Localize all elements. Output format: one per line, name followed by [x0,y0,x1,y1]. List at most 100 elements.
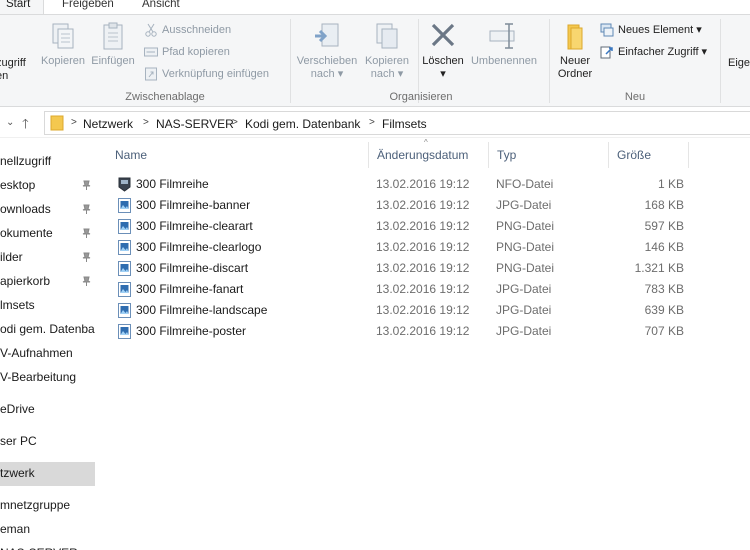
column-header-date[interactable]: Änderungsdatum [364,140,488,170]
file-type: JPG-Datei [496,198,552,212]
rename-button[interactable]: Umbenennen [468,21,540,68]
nav-item-desktop[interactable]: esktop [0,174,95,198]
breadcrumb-separator: > [143,117,149,128]
nav-item-tv-recordings[interactable]: V-Aufnahmen [0,342,95,366]
ribbon-separator [290,19,291,103]
clipboard-icon [103,22,123,50]
file-size: 1.321 KB [634,261,684,275]
nav-item-pictures[interactable]: ilder [0,246,95,270]
nav-item-recycle-bin[interactable]: apierkorb [0,270,95,294]
paste-shortcut-button[interactable]: Verknüpfung einfügen [144,65,269,83]
nav-item-homegroup[interactable]: mnetzgruppe [0,494,95,518]
nav-item-onedrive[interactable]: eDrive [0,398,95,422]
image-file-icon [118,219,131,234]
file-date: 13.02.2016 19:12 [376,282,470,296]
move-to-icon [315,23,339,47]
scissors-icon [145,23,157,37]
nav-item-downloads[interactable]: ownloads [0,198,95,222]
address-bar-row: ⌄ 🡑 > Netzwerk > NAS-SERVER > Kodi gem. … [0,108,750,138]
file-name: 300 Filmreihe-fanart [136,282,244,296]
nav-item-kodi-db[interactable]: odi gem. Datenbank [0,318,95,342]
file-row[interactable]: 300 Filmreihe-discart 13.02.2016 19:12 P… [114,258,698,279]
file-name: 300 Filmreihe-clearart [136,219,253,233]
nav-item-filmsets[interactable]: lmsets [0,294,95,318]
properties-button[interactable]: Eige [728,57,750,70]
pin-quick-access-button[interactable]: zugriff en [0,57,26,83]
file-name: 300 Filmreihe-discart [136,261,249,275]
easy-access-button[interactable]: Einfacher Zugriff ▾ [600,43,707,61]
file-date: 13.02.2016 19:12 [376,303,470,317]
move-to-button[interactable]: Verschieben nach ▾ [296,21,358,81]
breadcrumb-separator: > [71,117,77,128]
breadcrumb-kodi-db[interactable]: Kodi gem. Datenbank [245,117,360,131]
file-row[interactable]: 300 Filmreihe 13.02.2016 19:12 NFO-Datei… [114,174,698,195]
file-type: PNG-Datei [496,219,555,233]
cut-button[interactable]: Ausschneiden [144,21,231,39]
file-row[interactable]: 300 Filmreihe-fanart 13.02.2016 19:12 JP… [114,279,698,300]
copy-button[interactable]: Kopieren [40,21,86,68]
breadcrumb-separator: > [232,117,238,128]
file-date: 13.02.2016 19:12 [376,198,470,212]
copy-icon [52,23,74,49]
tab-start[interactable]: Start [0,0,44,14]
tab-ansicht[interactable]: Ansicht [136,0,186,14]
copy-path-button[interactable]: Pfad kopieren [144,43,230,61]
file-type: PNG-Datei [496,261,555,275]
column-header-name[interactable]: Name [102,140,368,170]
pin-icon[interactable] [82,252,91,262]
breadcrumb-netzwerk[interactable]: Netzwerk [83,117,133,131]
nav-item-nas-server[interactable]: NAS-SERVER [0,542,95,550]
chevron-down-icon[interactable]: ⌄ [6,117,14,128]
breadcrumb-nas-server[interactable]: NAS-SERVER [156,117,234,131]
file-name: 300 Filmreihe-landscape [136,303,268,317]
ribbon-separator [720,19,721,103]
file-date: 13.02.2016 19:12 [376,324,470,338]
file-name: 300 Filmreihe-banner [136,198,251,212]
ribbon-tabs: Start Freigeben Ansicht [0,0,750,14]
up-arrow-icon[interactable]: 🡑 [22,115,29,137]
address-bar[interactable]: > Netzwerk > NAS-SERVER > Kodi gem. Date… [44,111,750,135]
pin-icon[interactable] [82,228,91,238]
image-file-icon [118,261,131,276]
file-row[interactable]: 300 Filmreihe-clearlogo 13.02.2016 19:12… [114,237,698,258]
paste-button[interactable]: Einfügen [88,21,138,68]
rename-icon [489,23,515,49]
new-item-button[interactable]: Neues Element ▾ [600,21,702,39]
file-row[interactable]: 300 Filmreihe-clearart 13.02.2016 19:12 … [114,216,698,237]
file-row[interactable]: 300 Filmreihe-poster 13.02.2016 19:12 JP… [114,321,698,342]
file-type: JPG-Datei [496,303,552,317]
file-name: 300 Filmreihe [136,177,209,191]
column-divider[interactable] [688,142,689,168]
ribbon-separator [549,19,550,103]
nav-item-tv-editing[interactable]: V-Bearbeitung [0,366,95,390]
clipboard-group-label: Zwischenablage [125,91,205,103]
nav-item-documents[interactable]: okumente [0,222,95,246]
column-header-type[interactable]: Typ [484,140,608,170]
pin-icon[interactable] [82,204,91,214]
nav-item-eman[interactable]: eman [0,518,95,542]
tab-freigeben[interactable]: Freigeben [56,0,120,14]
nav-item-this-pc[interactable]: ser PC [0,430,95,454]
navigation-pane: nellzugriff esktop ownloads okumente ild… [0,140,100,550]
pin-icon[interactable] [82,276,91,286]
image-file-icon [118,303,131,318]
new-folder-button[interactable]: Neuer Ordner [552,21,598,81]
file-row[interactable]: 300 Filmreihe-landscape 13.02.2016 19:12… [114,300,698,321]
file-type: JPG-Datei [496,282,552,296]
new-item-icon [600,23,614,37]
file-size: 146 KB [644,240,684,254]
file-type: NFO-Datei [496,177,554,191]
delete-button[interactable]: Löschen ▾ [420,21,466,81]
breadcrumb-filmsets[interactable]: Filmsets [382,117,427,131]
file-size: 639 KB [644,303,684,317]
pin-icon[interactable] [82,180,91,190]
nav-item-network[interactable]: tzwerk [0,462,95,486]
copy-to-button[interactable]: Kopieren nach ▾ [360,21,414,81]
file-row[interactable]: 300 Filmreihe-banner 13.02.2016 19:12 JP… [114,195,698,216]
column-header-size[interactable]: Größe [604,140,688,170]
file-name: 300 Filmreihe-poster [136,324,247,338]
image-file-icon [118,324,131,339]
breadcrumb-separator: > [369,117,375,128]
nav-item-quick-access[interactable]: nellzugriff [0,150,95,174]
nfo-file-icon [118,177,131,192]
